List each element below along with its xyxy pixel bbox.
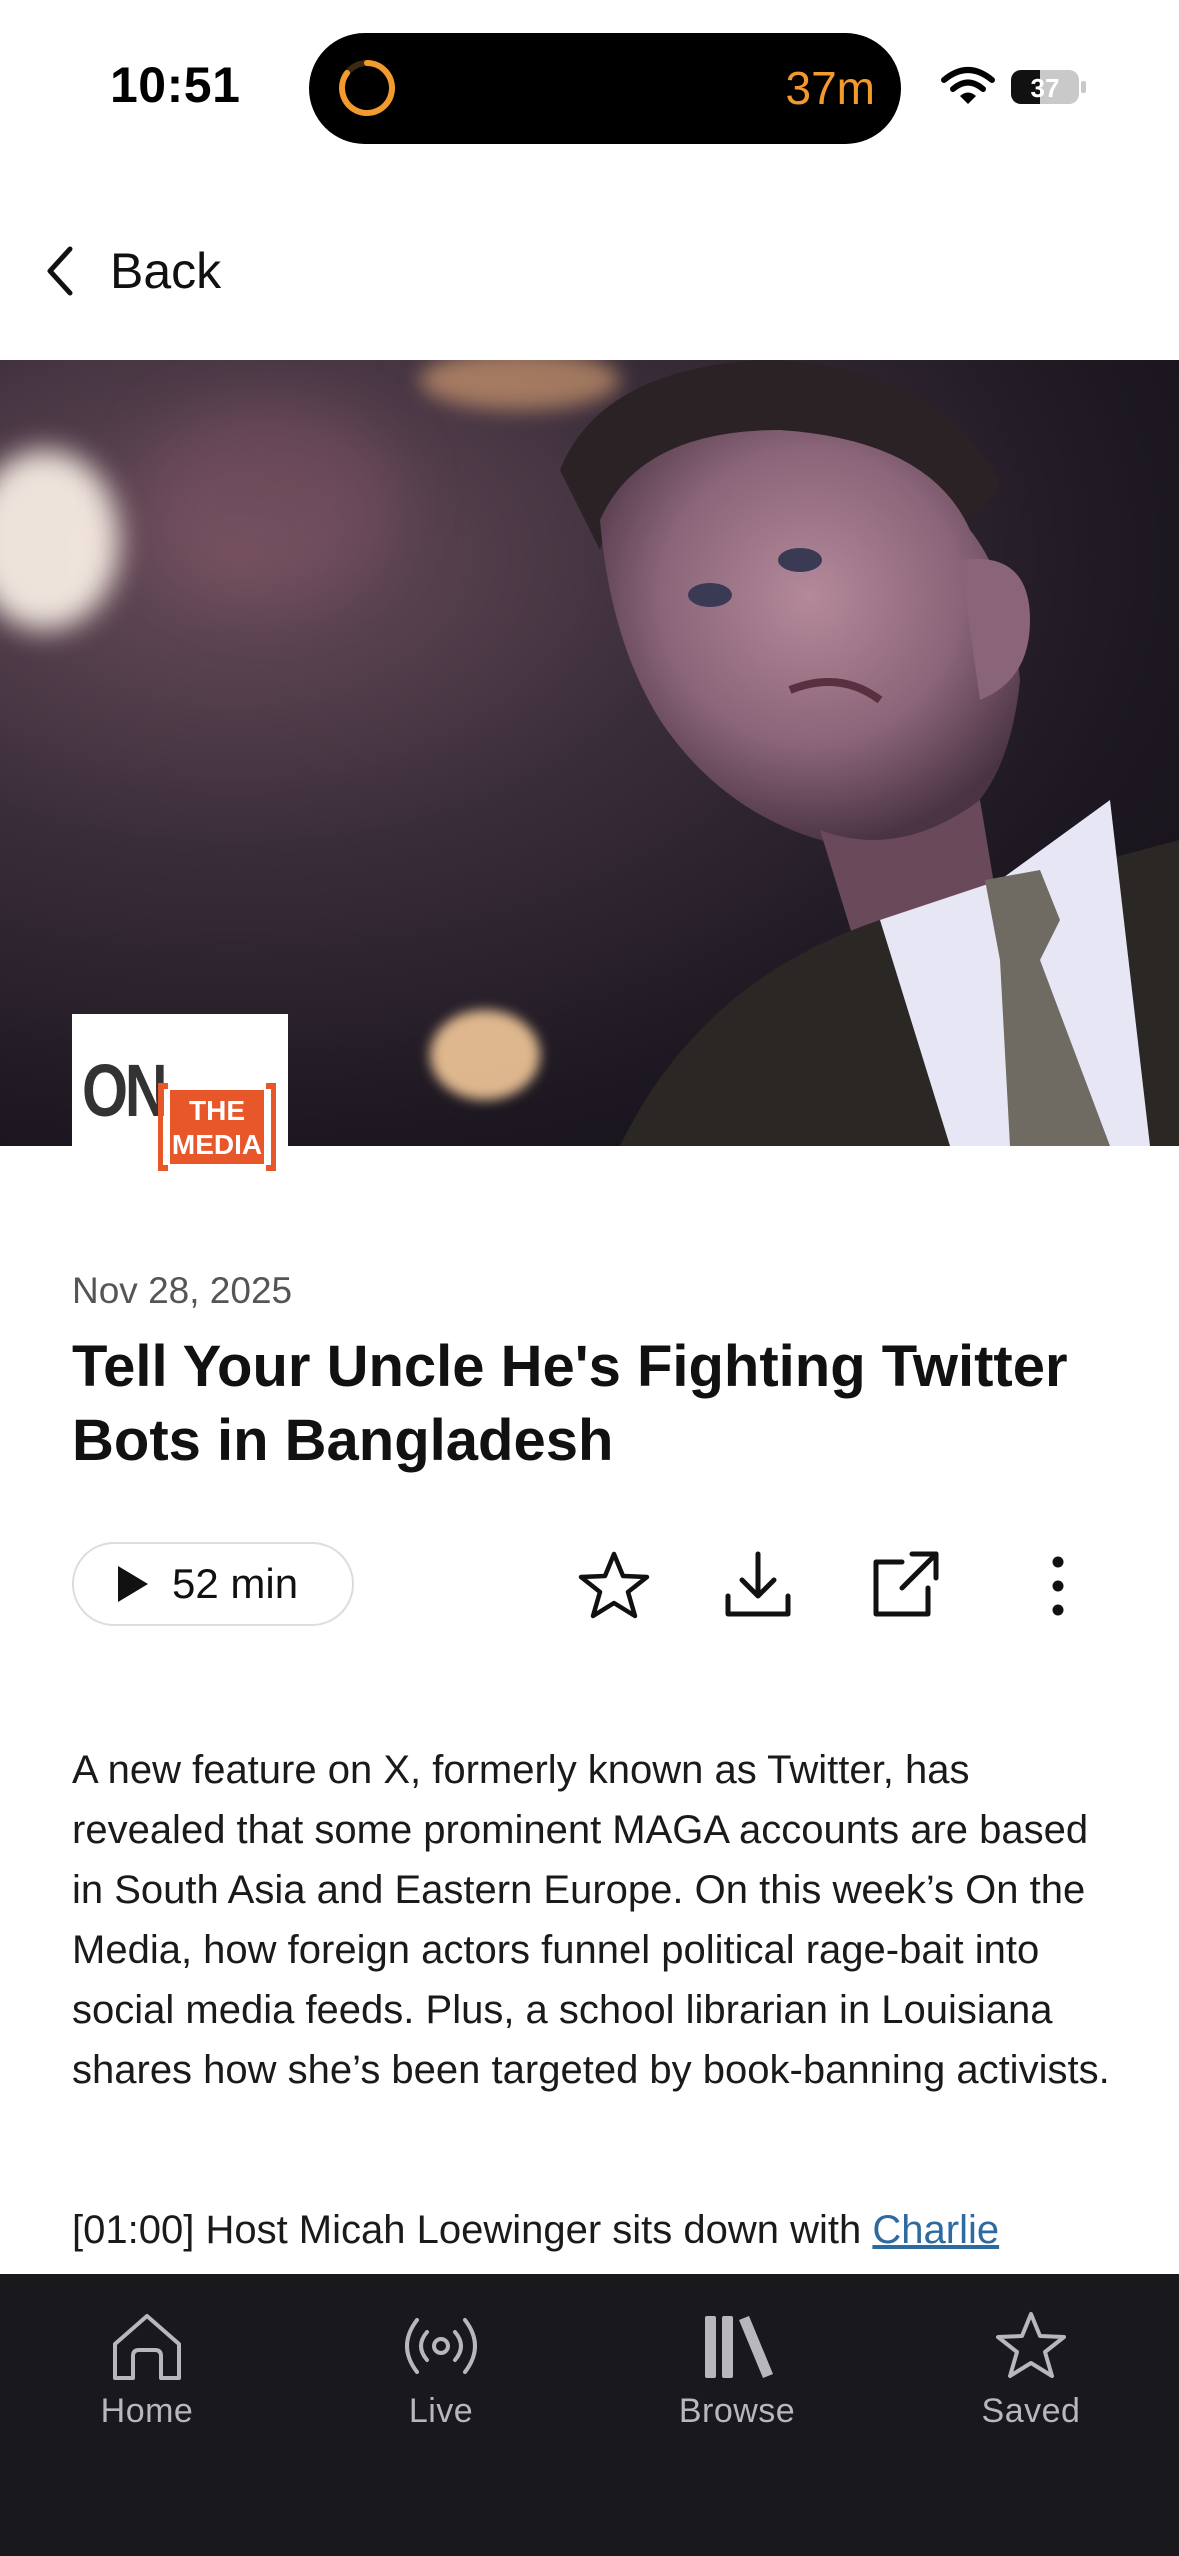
more-icon[interactable] (1020, 1548, 1096, 1624)
library-icon (705, 2316, 773, 2378)
logo-bracket: THE MEDIA (158, 1083, 276, 1171)
timer-icon (339, 60, 395, 116)
back-button[interactable]: Back (40, 236, 221, 306)
chevron-left-icon (47, 246, 73, 296)
tab-home[interactable]: Home (27, 2310, 267, 2450)
segment-prefix: [01:00] Host Micah Loewinger sits down w… (72, 2208, 873, 2252)
logo-text-media: MEDIA (172, 1129, 262, 1160)
tab-saved-label: Saved (981, 2392, 1081, 2430)
wifi-icon (941, 67, 995, 104)
status-bar: 10:51 37m 37 (0, 0, 1179, 150)
timer-text: 37m (785, 62, 875, 114)
guest-link[interactable]: Charlie (872, 2208, 999, 2252)
home-icon (113, 2314, 181, 2380)
star-icon (996, 2312, 1066, 2378)
back-label: Back (110, 243, 222, 299)
play-icon (118, 1566, 148, 1602)
show-logo: ON THE MEDIA (72, 1014, 288, 1174)
episode-duration: 52 min (172, 1560, 299, 1607)
tab-browse-label: Browse (678, 2392, 796, 2430)
tab-home-label: Home (100, 2392, 194, 2430)
logo-text-on: ON (82, 1049, 168, 1132)
dynamic-island[interactable]: 37m (309, 33, 901, 144)
tab-saved[interactable]: Saved (911, 2310, 1151, 2450)
battery-level: 37 (1031, 73, 1060, 103)
episode-date: Nov 28, 2025 (72, 1270, 293, 1311)
play-button[interactable]: 52 min (72, 1542, 354, 1626)
tab-live-label: Live (408, 2392, 474, 2430)
tab-browse[interactable]: Browse (617, 2310, 857, 2450)
episode-title: Tell Your Uncle He's Fighting Twitter Bo… (72, 1334, 1068, 1473)
star-icon[interactable] (576, 1548, 652, 1624)
episode-description: A new feature on X, formerly known as Tw… (72, 1748, 1110, 2092)
logo-text-the: THE (189, 1095, 245, 1126)
tab-bar: Home Live Browse Saved (0, 2274, 1179, 2556)
tab-live[interactable]: Live (321, 2310, 561, 2450)
share-icon[interactable] (866, 1548, 942, 1624)
segment-note: [01:00] Host Micah Loewinger sits down w… (72, 2200, 1172, 2260)
battery-icon: 37 (1011, 70, 1086, 104)
download-icon[interactable] (720, 1548, 796, 1624)
status-time: 10:51 (110, 57, 241, 113)
broadcast-icon (405, 2318, 477, 2374)
